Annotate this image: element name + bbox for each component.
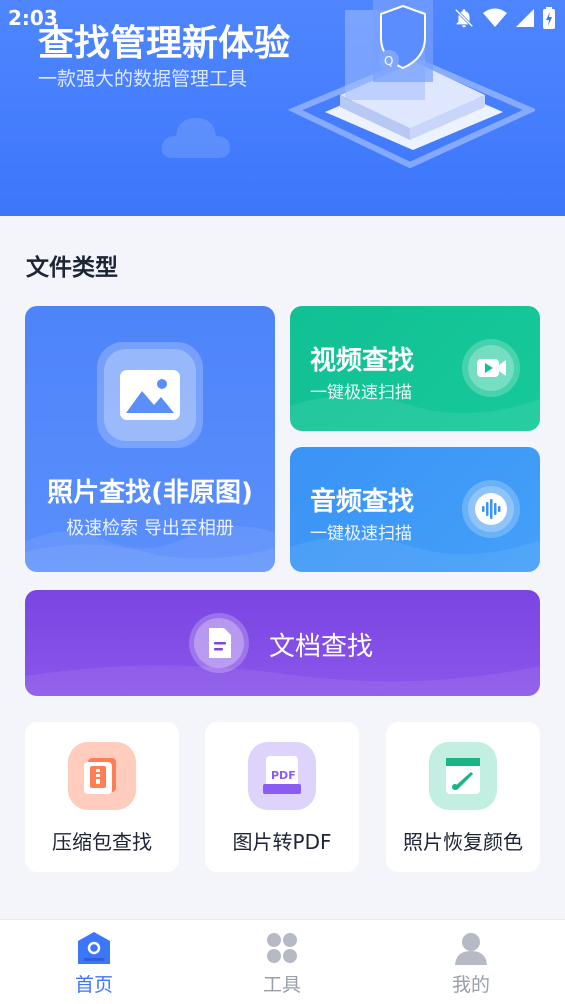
tool-label: 压缩包查找 (52, 830, 152, 854)
signal-icon (516, 9, 534, 27)
battery-icon (543, 7, 555, 29)
tab-profile[interactable]: 我的 (377, 920, 565, 1004)
audio-wave-icon (475, 493, 507, 525)
document-icon (209, 628, 231, 658)
status-time: 2:03 (8, 6, 58, 30)
photo-search-card[interactable]: 照片查找(非原图) 极速检索 导出至相册 (25, 306, 275, 572)
svg-text:PDF: PDF (271, 769, 296, 782)
video-icon-container (462, 339, 520, 397)
notifications-off-icon (454, 8, 474, 28)
tab-home[interactable]: 首页 (0, 920, 188, 1004)
audio-search-title: 音频查找 (310, 487, 415, 517)
tool-image-to-pdf[interactable]: PDF 图片转PDF (205, 722, 359, 872)
photo-search-subtitle: 极速检索 导出至相册 (66, 518, 234, 539)
tool-label: 照片恢复颜色 (403, 830, 523, 854)
audio-search-card[interactable]: 音频查找 一键极速扫描 (290, 447, 540, 572)
tool-zip-search[interactable]: 压缩包查找 (25, 722, 179, 872)
tab-label-tools: 工具 (262, 974, 301, 996)
photo-icon-container (97, 342, 203, 448)
tool-label: 图片转PDF (232, 830, 332, 854)
video-search-card[interactable]: 视频查找 一键极速扫描 (290, 306, 540, 431)
zip-icon-container (68, 742, 136, 810)
svg-text:Q: Q (384, 54, 393, 68)
document-icon-container (189, 613, 249, 673)
tab-label-profile: 我的 (451, 974, 490, 996)
cloud-decoration (161, 118, 230, 158)
bottom-tab-bar: 首页 工具 我的 (0, 919, 565, 1004)
grid-icon (267, 933, 297, 963)
section-title: 文件类型 (26, 255, 118, 281)
video-search-subtitle: 一键极速扫描 (310, 383, 412, 403)
video-search-title: 视频查找 (310, 346, 415, 376)
zip-icon (84, 758, 116, 794)
audio-search-subtitle: 一键极速扫描 (310, 524, 412, 544)
home-icon (78, 932, 110, 964)
user-icon (455, 933, 487, 965)
document-search-title: 文档查找 (269, 632, 374, 662)
video-camera-icon (477, 359, 506, 377)
wifi-icon (483, 8, 507, 27)
photo-search-title: 照片查找(非原图) (47, 478, 253, 508)
document-search-card[interactable]: 文档查找 (25, 590, 540, 696)
brush-icon-container (429, 742, 497, 810)
pdf-icon-container: PDF (248, 742, 316, 810)
pdf-icon: PDF (263, 756, 301, 794)
hero-subtitle: 一款强大的数据管理工具 (38, 68, 248, 90)
tab-label-home: 首页 (74, 974, 113, 996)
image-icon (120, 370, 180, 420)
tab-tools[interactable]: 工具 (188, 920, 376, 1004)
brush-icon (446, 758, 480, 794)
status-bar: 2:03 (0, 0, 565, 38)
audio-icon-container (462, 480, 520, 538)
tool-photo-colorize[interactable]: 照片恢复颜色 (386, 722, 540, 872)
status-icons (453, 7, 555, 29)
